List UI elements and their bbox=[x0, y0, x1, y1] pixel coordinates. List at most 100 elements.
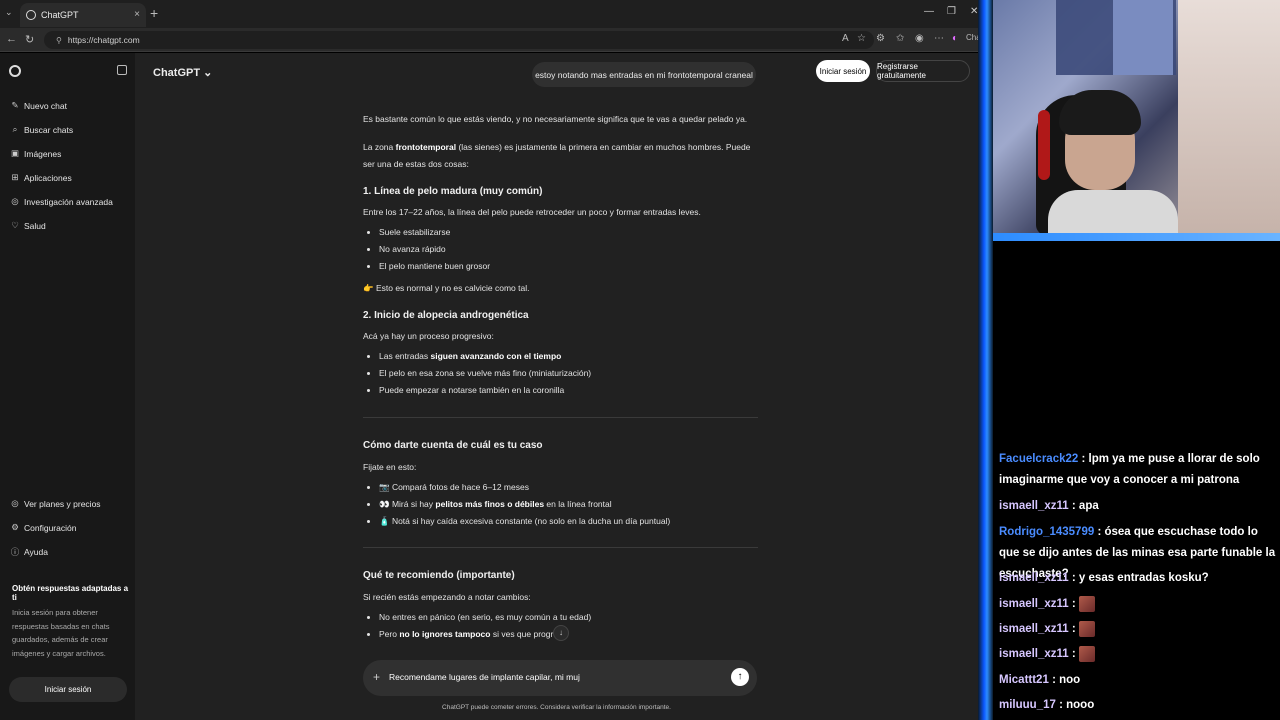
response-paragraph: Fijate en esto: bbox=[363, 462, 417, 472]
list-item: 👀 Mirá si hay pelitos más finos o débile… bbox=[379, 496, 758, 513]
apps-grid-icon: ⊞ bbox=[11, 172, 19, 182]
favorites-icon[interactable]: ✩ bbox=[896, 33, 904, 44]
promo-body: Inicia sesión para obtener respuestas ba… bbox=[12, 608, 110, 658]
tab-close-icon[interactable]: × bbox=[134, 9, 140, 20]
message-composer[interactable]: + Recomendame lugares de implante capila… bbox=[363, 660, 757, 696]
sidebar-item-label: Nuevo chat bbox=[24, 100, 67, 111]
sidebar-item-label: Aplicaciones bbox=[24, 172, 72, 183]
emote-icon bbox=[1078, 620, 1095, 637]
list-item: No entres en pánico (en serio, es muy co… bbox=[379, 609, 758, 626]
help-icon: ⓘ bbox=[10, 547, 20, 557]
attach-plus-icon[interactable]: + bbox=[373, 670, 380, 684]
sidebar-item-plans[interactable]: ◎ Ver planes y precios bbox=[10, 498, 101, 509]
login-button[interactable]: Iniciar sesión bbox=[816, 60, 870, 82]
section-heading: 2. Inicio de alopecia androgenética bbox=[363, 310, 529, 321]
url-input[interactable]: ⚲ https://chatgpt.com bbox=[44, 31, 874, 49]
openai-logo-icon[interactable] bbox=[9, 65, 21, 77]
bookmark-star-icon[interactable]: ☆ bbox=[857, 33, 866, 44]
sidebar-item-label: Buscar chats bbox=[24, 124, 74, 135]
list-item: Suele estabilizarse bbox=[379, 224, 758, 241]
new-tab-button[interactable]: + bbox=[150, 5, 158, 21]
reload-icon[interactable]: ↻ bbox=[25, 33, 34, 46]
register-button[interactable]: Registrarse gratuitamente bbox=[876, 60, 970, 82]
promo-title: Obtén respuestas adaptadas a ti bbox=[12, 584, 129, 602]
url-text: https://chatgpt.com bbox=[67, 35, 140, 45]
maximize-icon[interactable]: ❐ bbox=[947, 6, 956, 17]
sidebar-item-health[interactable]: ♡ Salud bbox=[10, 220, 46, 231]
section-heading: Qué te recomiendo (importante) bbox=[363, 570, 515, 581]
menu-dots-icon[interactable]: ⋯ bbox=[934, 33, 944, 44]
emote-icon bbox=[1078, 645, 1095, 662]
back-icon[interactable]: ← bbox=[6, 33, 17, 45]
user-message-bubble: estoy notando mas entradas en mi frontot… bbox=[532, 62, 756, 87]
image-icon: ▣ bbox=[10, 148, 20, 158]
gear-icon: ⚙ bbox=[11, 522, 19, 532]
sidebar-item-deep-research[interactable]: ◎ Investigación avanzada bbox=[10, 196, 113, 207]
emote-icon bbox=[1078, 595, 1095, 612]
heart-icon: ♡ bbox=[11, 220, 19, 230]
sidebar-item-settings[interactable]: ⚙ Configuración bbox=[10, 522, 76, 533]
tab-title: ChatGPT bbox=[41, 10, 79, 20]
sidebar-item-apps[interactable]: ⊞ Aplicaciones bbox=[10, 172, 72, 183]
sidebar-item-label: Configuración bbox=[24, 522, 77, 533]
list-item: El pelo en esa zona se vuelve más fino (… bbox=[379, 365, 758, 382]
list-item: No avanza rápido bbox=[379, 241, 758, 258]
research-icon: ◎ bbox=[11, 196, 19, 206]
chat-message: Facuelcrack22 : lpm ya me puse a llorar … bbox=[999, 453, 1260, 486]
chat-message: ismaell_xz11 : bbox=[999, 619, 1277, 640]
extensions-icon[interactable]: ⚙ bbox=[876, 33, 885, 44]
composer-input[interactable]: Recomendame lugares de implante capilar,… bbox=[389, 672, 580, 682]
bullet-list: 📷 Compará fotos de hace 6–12 meses 👀 Mir… bbox=[363, 479, 758, 530]
tab-search-icon[interactable]: ⌄ bbox=[5, 7, 13, 18]
chat-message: ismaell_xz11 : bbox=[999, 594, 1277, 615]
chatgpt-favicon-icon bbox=[26, 10, 36, 20]
sidebar-item-new-chat[interactable]: ✎ Nuevo chat bbox=[10, 100, 67, 111]
sidebar-item-label: Ver planes y precios bbox=[24, 498, 101, 509]
browser-tab-bar: ⌄ ChatGPT × + — ❐ ✕ bbox=[0, 0, 985, 28]
sidebar: ✎ Nuevo chat ⌕ Buscar chats ▣ Imágenes ⊞… bbox=[0, 53, 135, 720]
response-paragraph: Acá ya hay un proceso progresivo: bbox=[363, 331, 494, 341]
site-info-icon[interactable]: ⚲ bbox=[56, 36, 62, 45]
list-item: Las entradas siguen avanzando con el tie… bbox=[379, 348, 758, 365]
webcam-feed bbox=[993, 0, 1280, 233]
scroll-down-button[interactable]: ↓ bbox=[553, 625, 569, 641]
browser-tab[interactable]: ChatGPT × bbox=[20, 3, 146, 27]
sidebar-item-label: Ayuda bbox=[24, 547, 48, 557]
model-selector[interactable]: ChatGPT ⌄ bbox=[153, 66, 212, 79]
translate-icon[interactable]: A bbox=[842, 33, 849, 44]
copilot-icon[interactable]: ◐ bbox=[952, 33, 958, 44]
stream-chat: Facuelcrack22 : lpm ya me puse a llorar … bbox=[993, 241, 1280, 720]
disclaimer-text: ChatGPT puede cometer errores. Considera… bbox=[442, 704, 671, 711]
bullet-list: Las entradas siguen avanzando con el tie… bbox=[363, 348, 758, 399]
chat-message: ismaell_xz11 : apa bbox=[999, 500, 1099, 512]
sidebar-item-label: Investigación avanzada bbox=[24, 196, 113, 207]
address-bar-row: ← ↻ ⚲ https://chatgpt.com A ☆ ⚙ ✩ ◉ ⋯ ◐ … bbox=[0, 28, 985, 52]
section-heading: Cómo darte cuenta de cuál es tu caso bbox=[363, 440, 543, 451]
response-paragraph: Es bastante común lo que estás viendo, y… bbox=[363, 114, 748, 124]
main-panel: ChatGPT ⌄ estoy notando mas entradas en … bbox=[135, 53, 978, 720]
response-paragraph: Si recién estás empezando a notar cambio… bbox=[363, 592, 531, 602]
sidebar-item-images[interactable]: ▣ Imágenes bbox=[10, 148, 61, 159]
webcam-frame-bar bbox=[993, 233, 1280, 241]
chat-message: ismaell_xz11 : bbox=[999, 644, 1277, 665]
send-button[interactable]: ↑ bbox=[731, 668, 749, 686]
sidebar-login-button[interactable]: Iniciar sesión bbox=[9, 677, 127, 702]
list-item: 📷 Compará fotos de hace 6–12 meses bbox=[379, 479, 758, 496]
sidebar-item-search[interactable]: ⌕ Buscar chats bbox=[10, 124, 74, 135]
search-icon: ⌕ bbox=[12, 124, 18, 134]
chat-message: miluuu_17 : nooo bbox=[999, 699, 1095, 711]
overlay-border bbox=[978, 0, 993, 720]
sidebar-toggle-icon[interactable] bbox=[117, 65, 127, 75]
assistant-response: Es bastante común lo que estás viendo, y… bbox=[363, 111, 758, 643]
sidebar-item-label: Salud bbox=[24, 220, 46, 231]
chat-message: ismaell_xz11 : y esas entradas kosku? bbox=[999, 572, 1209, 584]
response-paragraph: Entre los 17–22 años, la línea del pelo … bbox=[363, 207, 701, 217]
response-note: 👉 Esto es normal y no es calvicie como t… bbox=[363, 283, 530, 293]
profile-icon[interactable]: ◉ bbox=[915, 33, 924, 44]
sidebar-item-help[interactable]: ⓘ Ayuda bbox=[10, 546, 48, 558]
sidebar-item-label: Imágenes bbox=[24, 148, 62, 159]
minimize-icon[interactable]: — bbox=[924, 6, 934, 17]
new-chat-icon: ✎ bbox=[11, 100, 19, 110]
section-heading: 1. Línea de pelo madura (muy común) bbox=[363, 186, 543, 197]
list-item: Puede empezar a notarse también en la co… bbox=[379, 382, 758, 399]
